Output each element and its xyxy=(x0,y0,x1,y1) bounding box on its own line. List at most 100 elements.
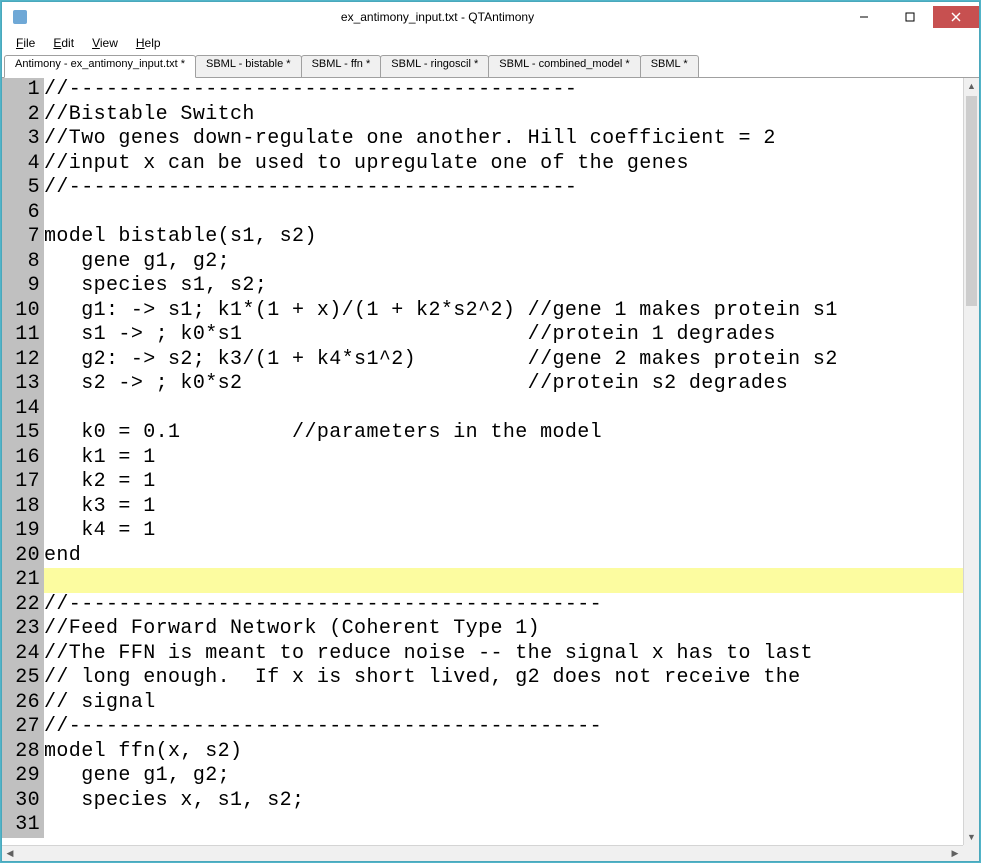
code-line[interactable]: 14 xyxy=(2,397,963,422)
code-line[interactable]: 8 gene g1, g2; xyxy=(2,250,963,275)
code-line[interactable]: 16 k1 = 1 xyxy=(2,446,963,471)
window-controls xyxy=(841,7,979,28)
line-text[interactable] xyxy=(44,813,963,838)
line-number: 16 xyxy=(2,446,44,471)
code-line[interactable]: 2//Bistable Switch xyxy=(2,103,963,128)
line-text[interactable]: model ffn(x, s2) xyxy=(44,740,963,765)
code-line[interactable]: 19 k4 = 1 xyxy=(2,519,963,544)
line-text[interactable]: s1 -> ; k0*s1 //protein 1 degrades xyxy=(44,323,963,348)
code-line[interactable]: 17 k2 = 1 xyxy=(2,470,963,495)
line-number: 6 xyxy=(2,201,44,226)
line-number: 28 xyxy=(2,740,44,765)
line-text[interactable] xyxy=(44,568,963,593)
line-text[interactable] xyxy=(44,201,963,226)
line-text[interactable]: //--------------------------------------… xyxy=(44,78,963,103)
line-text[interactable]: species x, s1, s2; xyxy=(44,789,963,814)
line-text[interactable]: // long enough. If x is short lived, g2 … xyxy=(44,666,963,691)
tab-5[interactable]: SBML * xyxy=(640,55,699,77)
line-text[interactable]: //Two genes down-regulate one another. H… xyxy=(44,127,963,152)
line-number: 12 xyxy=(2,348,44,373)
code-line[interactable]: 10 g1: -> s1; k1*(1 + x)/(1 + k2*s2^2) /… xyxy=(2,299,963,324)
line-number: 24 xyxy=(2,642,44,667)
line-text[interactable]: k1 = 1 xyxy=(44,446,963,471)
tab-label: SBML - ringoscil * xyxy=(391,58,478,70)
code-area[interactable]: 1//-------------------------------------… xyxy=(2,78,963,845)
horizontal-scrollbar[interactable]: ◀ ▶ xyxy=(2,845,963,861)
code-line[interactable]: 29 gene g1, g2; xyxy=(2,764,963,789)
line-text[interactable]: end xyxy=(44,544,963,569)
line-text[interactable]: k0 = 0.1 //parameters in the model xyxy=(44,421,963,446)
line-number: 2 xyxy=(2,103,44,128)
code-line[interactable]: 27//------------------------------------… xyxy=(2,715,963,740)
line-text[interactable]: k3 = 1 xyxy=(44,495,963,520)
line-text[interactable]: //Feed Forward Network (Coherent Type 1) xyxy=(44,617,963,642)
tab-0[interactable]: Antimony - ex_antimony_input.txt * xyxy=(4,55,196,78)
line-text[interactable]: //--------------------------------------… xyxy=(44,715,963,740)
editor: 1//-------------------------------------… xyxy=(2,78,979,861)
close-button[interactable] xyxy=(933,6,979,28)
line-text[interactable]: species s1, s2; xyxy=(44,274,963,299)
menu-edit[interactable]: Edit xyxy=(45,34,82,52)
code-line[interactable]: 12 g2: -> s2; k3/(1 + k4*s1^2) //gene 2 … xyxy=(2,348,963,373)
line-number: 22 xyxy=(2,593,44,618)
tab-label: SBML * xyxy=(651,58,688,70)
line-number: 19 xyxy=(2,519,44,544)
code-line[interactable]: 24//The FFN is meant to reduce noise -- … xyxy=(2,642,963,667)
code-line[interactable]: 28model ffn(x, s2) xyxy=(2,740,963,765)
line-number: 21 xyxy=(2,568,44,593)
line-text[interactable]: gene g1, g2; xyxy=(44,250,963,275)
line-text[interactable]: k4 = 1 xyxy=(44,519,963,544)
code-line[interactable]: 1//-------------------------------------… xyxy=(2,78,963,103)
code-line[interactable]: 7model bistable(s1, s2) xyxy=(2,225,963,250)
menu-help[interactable]: Help xyxy=(128,34,169,52)
line-text[interactable]: // signal xyxy=(44,691,963,716)
line-text[interactable]: //--------------------------------------… xyxy=(44,593,963,618)
code-line[interactable]: 31 xyxy=(2,813,963,838)
code-line[interactable]: 15 k0 = 0.1 //parameters in the model xyxy=(2,421,963,446)
minimize-button[interactable] xyxy=(841,6,887,28)
line-text[interactable]: g1: -> s1; k1*(1 + x)/(1 + k2*s2^2) //ge… xyxy=(44,299,963,324)
scroll-left-icon[interactable]: ◀ xyxy=(2,846,18,861)
line-text[interactable]: //--------------------------------------… xyxy=(44,176,963,201)
code-line[interactable]: 25// long enough. If x is short lived, g… xyxy=(2,666,963,691)
scroll-right-icon[interactable]: ▶ xyxy=(947,846,963,861)
tab-1[interactable]: SBML - bistable * xyxy=(195,55,302,77)
scroll-thumb[interactable] xyxy=(966,96,977,306)
code-line[interactable]: 18 k3 = 1 xyxy=(2,495,963,520)
code-line[interactable]: 9 species s1, s2; xyxy=(2,274,963,299)
tab-4[interactable]: SBML - combined_model * xyxy=(488,55,640,77)
tab-2[interactable]: SBML - ffn * xyxy=(301,55,382,77)
titlebar[interactable]: ex_antimony_input.txt - QTAntimony xyxy=(2,2,979,32)
code-line[interactable]: 3//Two genes down-regulate one another. … xyxy=(2,127,963,152)
scroll-up-icon[interactable]: ▲ xyxy=(964,78,979,94)
scroll-down-icon[interactable]: ▼ xyxy=(964,829,979,845)
vertical-scrollbar[interactable]: ▲ ▼ xyxy=(963,78,979,845)
menu-file[interactable]: File xyxy=(8,34,43,52)
line-text[interactable]: g2: -> s2; k3/(1 + k4*s1^2) //gene 2 mak… xyxy=(44,348,963,373)
tab-label: SBML - ffn * xyxy=(312,58,371,70)
code-line[interactable]: 30 species x, s1, s2; xyxy=(2,789,963,814)
line-text[interactable]: //The FFN is meant to reduce noise -- th… xyxy=(44,642,963,667)
code-line[interactable]: 4//input x can be used to upregulate one… xyxy=(2,152,963,177)
line-text[interactable] xyxy=(44,397,963,422)
menu-view[interactable]: View xyxy=(84,34,126,52)
code-line[interactable]: 5//-------------------------------------… xyxy=(2,176,963,201)
code-line[interactable]: 26// signal xyxy=(2,691,963,716)
line-number: 31 xyxy=(2,813,44,838)
line-text[interactable]: k2 = 1 xyxy=(44,470,963,495)
line-text[interactable]: model bistable(s1, s2) xyxy=(44,225,963,250)
line-text[interactable]: gene g1, g2; xyxy=(44,764,963,789)
code-line[interactable]: 20end xyxy=(2,544,963,569)
code-line[interactable]: 6 xyxy=(2,201,963,226)
tab-3[interactable]: SBML - ringoscil * xyxy=(380,55,489,77)
line-text[interactable]: //Bistable Switch xyxy=(44,103,963,128)
line-number: 17 xyxy=(2,470,44,495)
code-line[interactable]: 13 s2 -> ; k0*s2 //protein s2 degrades xyxy=(2,372,963,397)
maximize-button[interactable] xyxy=(887,6,933,28)
code-line[interactable]: 22//------------------------------------… xyxy=(2,593,963,618)
line-text[interactable]: s2 -> ; k0*s2 //protein s2 degrades xyxy=(44,372,963,397)
code-line[interactable]: 21 xyxy=(2,568,963,593)
line-text[interactable]: //input x can be used to upregulate one … xyxy=(44,152,963,177)
code-line[interactable]: 23//Feed Forward Network (Coherent Type … xyxy=(2,617,963,642)
code-line[interactable]: 11 s1 -> ; k0*s1 //protein 1 degrades xyxy=(2,323,963,348)
